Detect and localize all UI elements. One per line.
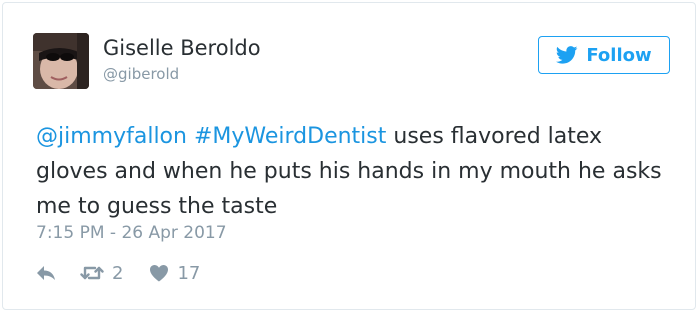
reply-icon [37,266,55,280]
tweet-text: @jimmyfallon #MyWeirdDentist uses flavor… [36,119,676,224]
heart-icon [150,265,169,282]
tweet-actions: 2 17 [36,261,200,285]
display-name[interactable]: Giselle Beroldo [103,36,261,60]
profile-photo-icon [33,33,89,89]
like-button[interactable]: 17 [149,263,200,284]
retweet-icon [80,266,104,280]
twitter-bird-icon [556,46,578,64]
avatar[interactable] [33,33,89,89]
tweet-card: Giselle Beroldo @giberold Follow @jimmyf… [2,2,696,310]
user-handle[interactable]: @giberold [103,65,179,83]
timestamp[interactable]: 7:15 PM - 26 Apr 2017 [36,223,227,243]
mention-link[interactable]: @jimmyfallon [36,124,187,149]
reply-button[interactable] [36,265,56,281]
retweet-count: 2 [112,262,124,284]
follow-button[interactable]: Follow [538,36,670,74]
hashtag-link[interactable]: #MyWeirdDentist [194,124,386,149]
follow-label: Follow [586,44,652,66]
like-count: 17 [177,262,201,284]
retweet-button[interactable]: 2 [80,263,123,284]
